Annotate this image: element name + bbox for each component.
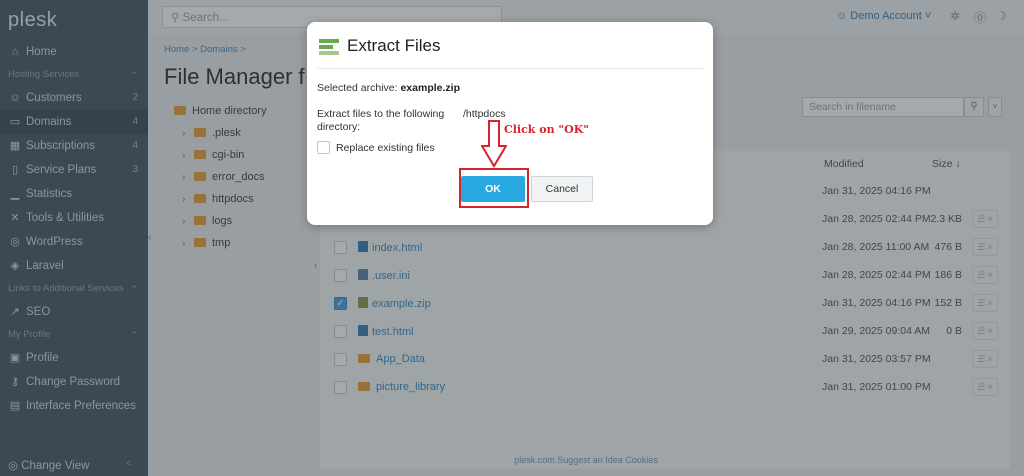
extract-directory-value[interactable]: /httpdocs xyxy=(463,108,506,120)
replace-label: Replace existing files xyxy=(336,142,435,154)
extract-icon xyxy=(319,37,339,55)
annotation-text: Click on "OK" xyxy=(504,123,590,136)
ok-highlight-box xyxy=(459,168,529,208)
archive-name: example.zip xyxy=(400,82,460,94)
divider xyxy=(317,68,703,69)
dialog-title: Extract Files xyxy=(347,36,441,55)
archive-label: Selected archive: xyxy=(317,82,401,94)
checkbox-box[interactable] xyxy=(317,141,330,154)
replace-existing-checkbox[interactable]: Replace existing files xyxy=(317,141,435,154)
cancel-button[interactable]: Cancel xyxy=(531,176,593,202)
extract-directory-label: Extract files to the following directory… xyxy=(317,108,445,133)
selected-archive: Selected archive: example.zip xyxy=(317,82,460,94)
